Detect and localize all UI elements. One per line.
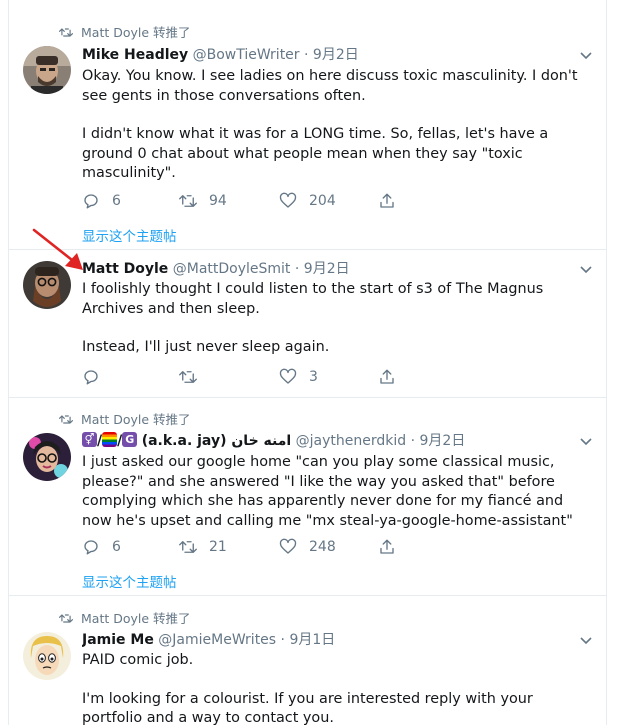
retweet-context-label: Matt Doyle 转推了 [81, 412, 191, 427]
separator-dot: · [294, 261, 300, 277]
author-name[interactable]: Mike Headley [82, 47, 188, 63]
tweet-paragraph: I didn't know what it was for a LONG tim… [82, 126, 553, 181]
show-thread-link[interactable]: 显示这个主题帖 [82, 225, 177, 245]
tweet-text: I just asked our google home "can you pl… [82, 453, 597, 531]
reply-icon [84, 370, 98, 385]
heart-icon [279, 192, 297, 208]
tweet-header: ⚥ / / G (a.k.a. jay) امنه خان @jaythenerdki… [82, 431, 572, 451]
tweet-timestamp[interactable]: 9月2日 [313, 47, 359, 63]
share-button[interactable] [378, 537, 408, 557]
like-button[interactable]: 204 [279, 191, 336, 211]
feed-right-border [606, 0, 607, 725]
share-button[interactable] [378, 191, 408, 211]
retweet-context-label: Matt Doyle 转推了 [81, 25, 191, 40]
author-name[interactable]: (a.k.a. jay) امنه خان [142, 433, 292, 449]
retweet-button[interactable]: 94 [179, 191, 227, 211]
tweet-paragraph: Instead, I'll just never sleep again. [82, 339, 330, 355]
reply-icon [84, 540, 98, 555]
retweet-count: 21 [209, 539, 227, 555]
author-handle[interactable]: @BowTieWriter [193, 47, 300, 63]
author-handle[interactable]: @jaythenerdkid [296, 433, 407, 449]
retweet-button[interactable] [179, 367, 209, 387]
share-button[interactable] [378, 367, 408, 387]
separator-dot: · [410, 433, 416, 449]
reply-button[interactable]: 6 [82, 191, 121, 211]
chevron-down-icon[interactable] [580, 637, 592, 645]
retweet-icon [59, 28, 73, 37]
retweet-icon [59, 614, 73, 623]
tweet-text: PAID comic job. I'm looking for a colour… [82, 651, 597, 725]
retweet-icon [59, 415, 73, 424]
like-button[interactable]: 248 [279, 537, 336, 557]
retweet-icon [179, 371, 197, 383]
tweet-paragraph: Okay. You know. I see ladies on here dis… [82, 68, 583, 104]
share-icon [380, 539, 394, 554]
heart-icon [279, 368, 297, 384]
avatar[interactable] [23, 433, 71, 481]
author-handle[interactable]: @MattDoyleSmit [173, 261, 291, 277]
tweet-paragraph: I just asked our google home "can you pl… [82, 454, 573, 529]
author-handle[interactable]: @JamieMeWrites [158, 632, 276, 648]
tweet[interactable]: Matt Doyle @MattDoyleSmit · 9月2日 I fooli… [9, 250, 606, 398]
retweet-button[interactable]: 21 [179, 537, 227, 557]
retweet-context-label: Matt Doyle 转推了 [81, 611, 191, 626]
tweet-header: Matt Doyle @MattDoyleSmit · 9月2日 [82, 259, 572, 279]
reply-count: 6 [112, 193, 121, 209]
share-icon [380, 369, 394, 384]
like-button[interactable]: 3 [279, 367, 318, 387]
retweet-context: Matt Doyle 转推了 [59, 608, 191, 627]
timeline-feed: Matt Doyle 转推了 Mike Headley @BowTieWrite… [0, 0, 635, 725]
like-count: 248 [309, 539, 336, 555]
tweet-text: Okay. You know. I see ladies on here dis… [82, 67, 597, 184]
tweet-text: I foolishly thought I could listen to th… [82, 280, 597, 358]
separator-dot: · [280, 632, 285, 648]
reply-count: 6 [112, 539, 121, 555]
reply-icon [84, 194, 98, 209]
author-name[interactable]: Jamie Me [82, 632, 154, 648]
retweet-context: Matt Doyle 转推了 [59, 409, 191, 428]
tweet-paragraph: I'm looking for a colourist. If you are … [82, 690, 538, 725]
reply-button[interactable] [82, 367, 112, 387]
heart-icon [279, 538, 297, 554]
tweet-paragraph: I foolishly thought I could listen to th… [82, 281, 548, 317]
share-icon [380, 193, 394, 208]
rainbow-flag-emoji-icon [102, 432, 118, 447]
avatar[interactable] [23, 261, 71, 309]
avatar[interactable] [23, 46, 71, 94]
retweet-icon [179, 195, 197, 207]
tweet-header: Mike Headley @BowTieWriter · 9月2日 [82, 45, 572, 65]
retweet-context: Matt Doyle 转推了 [59, 22, 191, 41]
tweet-timestamp[interactable]: 9月1日 [289, 632, 335, 648]
tweet-paragraph: PAID comic job. [82, 652, 194, 668]
author-name[interactable]: Matt Doyle [82, 261, 168, 277]
chevron-down-icon[interactable] [580, 266, 592, 274]
tweet-timestamp[interactable]: 9月2日 [304, 261, 350, 277]
tweet[interactable]: Matt Doyle 转推了 Mike Headley @BowTieWrite… [9, 0, 606, 250]
separator-dot: · [304, 47, 309, 63]
tweet-header: Jamie Me @JamieMeWrites · 9月1日 [82, 630, 572, 650]
tweet-timestamp[interactable]: 9月2日 [420, 433, 466, 449]
like-count: 3 [309, 369, 318, 385]
reply-button[interactable]: 6 [82, 537, 121, 557]
tweet[interactable]: Matt Doyle 转推了 Jamie Me @JamieMeWrites ·… [9, 596, 606, 725]
show-thread-link[interactable]: 显示这个主题帖 [82, 571, 177, 591]
retweet-count: 94 [209, 193, 227, 209]
intersex-symbol-emoji-icon: ⚥ [82, 432, 97, 447]
tweet[interactable]: Matt Doyle 转推了 ⚥ / / G (a.k.a. jay) امنه خا… [9, 398, 606, 596]
letter-g-emoji-icon: G [122, 432, 138, 447]
avatar[interactable] [23, 632, 71, 680]
chevron-down-icon[interactable] [580, 438, 592, 446]
like-count: 204 [309, 193, 336, 209]
retweet-icon [179, 541, 197, 553]
chevron-down-icon[interactable] [580, 52, 592, 60]
